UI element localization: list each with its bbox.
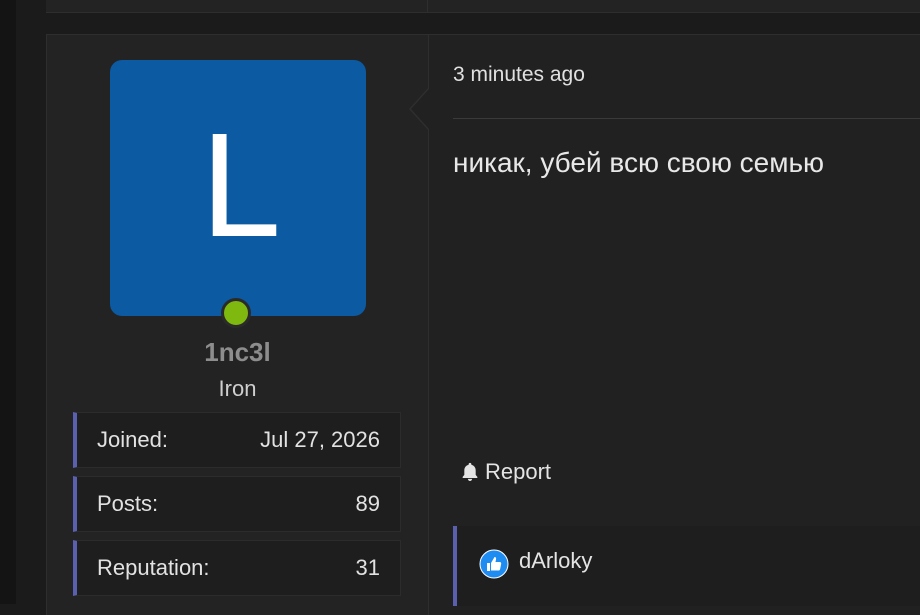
stat-label: Posts: <box>97 491 159 516</box>
stat-posts: Posts: 89 <box>73 476 401 532</box>
author-panel: L 1nc3l Iron Joined: Jul 27, 2026 Posts:… <box>47 35 429 615</box>
stat-value: 31 <box>355 555 380 580</box>
stat-label: Joined: <box>97 427 168 452</box>
author-username[interactable]: 1nc3l <box>47 337 428 368</box>
message-arrow-inner <box>411 89 429 129</box>
stat-value: 89 <box>355 491 380 516</box>
bell-icon <box>462 462 478 481</box>
avatar-letter: L <box>199 106 277 270</box>
online-status-icon <box>221 298 251 328</box>
message-divider <box>453 118 920 119</box>
post-timestamp[interactable]: 3 minutes ago <box>453 63 585 87</box>
reactions-bar: dArloky <box>453 526 920 606</box>
previous-post-bottom <box>46 0 920 13</box>
reaction-username[interactable]: dArloky <box>519 548 592 574</box>
stat-value: Jul 27, 2026 <box>260 427 380 452</box>
stat-label: Reputation: <box>97 555 210 580</box>
stat-joined: Joined: Jul 27, 2026 <box>73 412 401 468</box>
message-panel: 3 minutes ago никак, убей всю свою семью… <box>429 35 920 615</box>
previous-post-separator <box>427 0 428 12</box>
like-icon[interactable] <box>479 549 509 579</box>
author-avatar[interactable]: L <box>110 60 366 328</box>
author-rank: Iron <box>218 376 257 401</box>
post-body: никак, убей всю свою семью <box>453 147 825 178</box>
report-button[interactable]: Report <box>459 459 551 485</box>
post-container: L 1nc3l Iron Joined: Jul 27, 2026 Posts:… <box>46 34 920 615</box>
stat-reputation: Reputation: 31 <box>73 540 401 596</box>
page-gutter <box>0 0 16 604</box>
report-label: Report <box>485 459 552 484</box>
